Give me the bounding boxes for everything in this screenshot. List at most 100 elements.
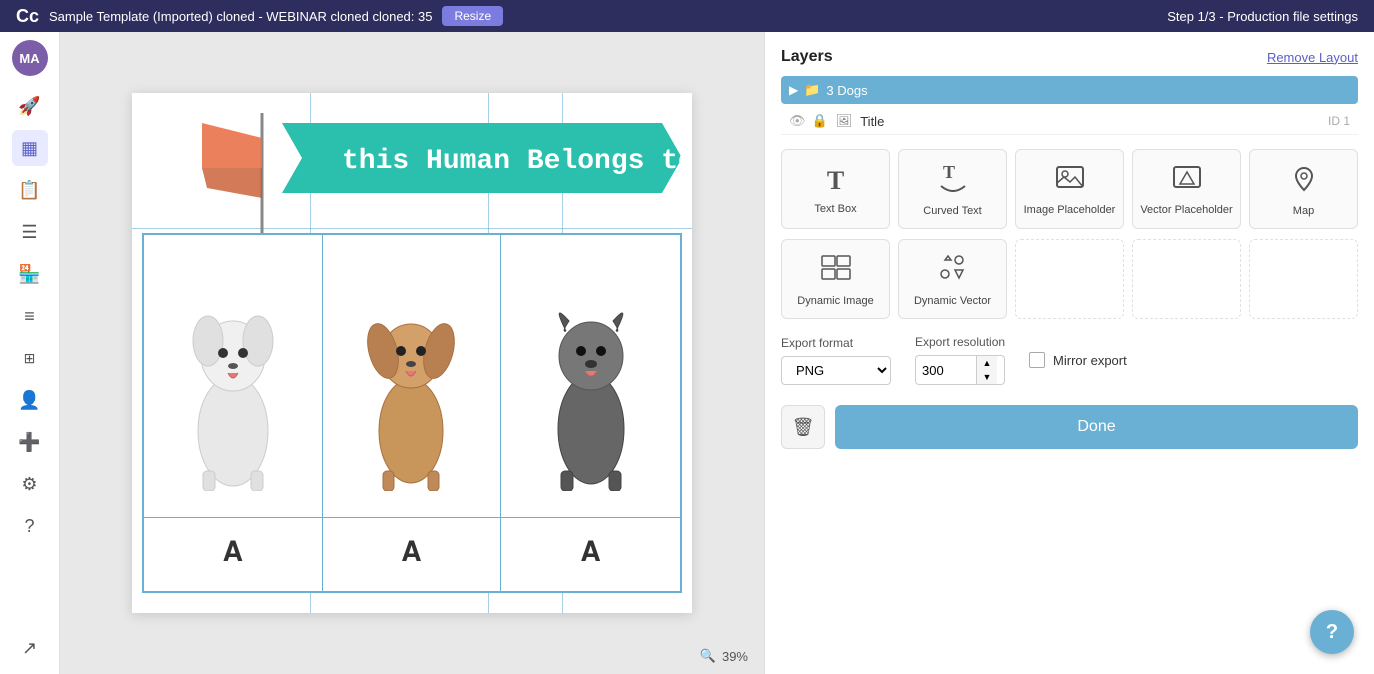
sidebar-item-list1[interactable]: ≡ bbox=[12, 298, 48, 334]
delete-button[interactable]: 🗑 bbox=[781, 405, 825, 449]
widget-text-box-label: Text Box bbox=[814, 202, 856, 216]
widget-map[interactable]: Map bbox=[1249, 149, 1358, 229]
topbar: Cc Sample Template (Imported) cloned - W… bbox=[0, 0, 1374, 32]
store-icon: 🏪 bbox=[18, 264, 40, 285]
resolution-decrement[interactable]: ▼ bbox=[977, 370, 997, 384]
resolution-increment[interactable]: ▲ bbox=[977, 356, 997, 370]
map-icon bbox=[1289, 164, 1319, 198]
export-format-group: Export format PNG JPG PDF SVG bbox=[781, 336, 891, 385]
banner-svg: this Human Belongs to bbox=[142, 103, 682, 233]
folder-icon: 📁 bbox=[804, 82, 820, 98]
widget-vector-placeholder[interactable]: Vector Placeholder bbox=[1132, 149, 1241, 229]
widget-empty-3 bbox=[1249, 239, 1358, 319]
widget-text-box[interactable]: T Text Box bbox=[781, 149, 890, 229]
curved-text-icon: T bbox=[937, 164, 969, 198]
mirror-export-checkbox[interactable] bbox=[1029, 352, 1045, 368]
help-float-button[interactable]: ? bbox=[1310, 610, 1354, 654]
widget-image-placeholder-label: Image Placeholder bbox=[1024, 203, 1116, 217]
widget-dynamic-vector-label: Dynamic Vector bbox=[914, 294, 991, 308]
widget-map-label: Map bbox=[1293, 204, 1314, 218]
step-indicator: Step 1/3 - Production file settings bbox=[1167, 9, 1358, 24]
dogs-area: 𝐀 bbox=[142, 233, 682, 593]
done-button[interactable]: Done bbox=[835, 405, 1358, 449]
dog-placeholder-3: 𝐀 bbox=[501, 517, 680, 587]
avatar: MA bbox=[12, 40, 48, 76]
layer-visibility-icons: 👁 🔒 bbox=[789, 113, 828, 129]
zoom-level: 39% bbox=[722, 649, 748, 664]
export-resolution-group: Export resolution ▲ ▼ bbox=[915, 335, 1005, 385]
dynamic-image-icon bbox=[820, 254, 852, 288]
svg-text:T: T bbox=[943, 164, 955, 182]
dog-placeholder-2: 𝐀 bbox=[323, 517, 501, 587]
grid-icon: ▦ bbox=[21, 138, 38, 159]
mirror-export-group: Mirror export bbox=[1029, 352, 1127, 368]
widget-empty-2 bbox=[1132, 239, 1241, 319]
widget-grid-row2: Dynamic Image Dynamic Vector bbox=[781, 239, 1358, 319]
sidebar-item-list2[interactable]: ⊞ bbox=[12, 340, 48, 376]
layer-subitem-title[interactable]: 👁 🔒 🖼 Title ID 1 bbox=[781, 108, 1358, 135]
banner-area: this Human Belongs to bbox=[142, 103, 682, 233]
export-resolution-label: Export resolution bbox=[915, 335, 1005, 349]
sidebar-item-export[interactable]: ↗ bbox=[12, 630, 48, 666]
widget-dynamic-vector[interactable]: Dynamic Vector bbox=[898, 239, 1007, 319]
sidebar-item-beta[interactable]: 🚀 bbox=[12, 88, 48, 124]
list2-icon: ⊞ bbox=[24, 350, 36, 367]
layers-title: Layers bbox=[781, 48, 833, 66]
widget-dynamic-image-label: Dynamic Image bbox=[797, 294, 873, 308]
widget-vector-placeholder-label: Vector Placeholder bbox=[1140, 203, 1232, 217]
export-icon: ↗ bbox=[22, 638, 37, 659]
dog-letter-3: 𝐀 bbox=[581, 537, 601, 569]
user-settings-icon: 👤 bbox=[18, 390, 40, 411]
export-resolution-input: ▲ ▼ bbox=[915, 355, 1005, 385]
dog-image-3 bbox=[521, 235, 661, 517]
help-icon: ? bbox=[24, 516, 34, 537]
widget-dynamic-image[interactable]: Dynamic Image bbox=[781, 239, 890, 319]
dogs-grid: 𝐀 bbox=[144, 235, 680, 591]
topbar-left: Cc Sample Template (Imported) cloned - W… bbox=[16, 6, 503, 27]
trash-icon: 🗑 bbox=[792, 417, 815, 438]
rocket-icon: 🚀 bbox=[18, 96, 40, 117]
dog-placeholder-1: 𝐀 bbox=[144, 517, 322, 587]
layers-header: Layers Remove Layout bbox=[781, 48, 1358, 66]
sidebar-item-help[interactable]: ? bbox=[12, 508, 48, 544]
image-placeholder-icon bbox=[1055, 165, 1085, 197]
sidebar-item-layers[interactable]: ☰ bbox=[12, 214, 48, 250]
widget-image-placeholder[interactable]: Image Placeholder bbox=[1015, 149, 1124, 229]
sidebar-item-user-settings[interactable]: 👤 bbox=[12, 382, 48, 418]
dog-image-2 bbox=[341, 235, 481, 517]
eye-icon: 👁 bbox=[789, 113, 806, 129]
list-icon: ≡ bbox=[24, 306, 35, 327]
sidebar-item-grid[interactable]: ▦ bbox=[12, 130, 48, 166]
zoom-icon: 🔍 bbox=[700, 648, 716, 664]
sidebar-item-book[interactable]: 📋 bbox=[12, 172, 48, 208]
sidebar-item-store[interactable]: 🏪 bbox=[12, 256, 48, 292]
dynamic-vector-icon bbox=[937, 254, 969, 288]
export-format-select[interactable]: PNG JPG PDF SVG bbox=[781, 356, 891, 385]
vector-placeholder-icon bbox=[1172, 165, 1202, 197]
layer-item-3dogs[interactable]: ▶ 📁 3 Dogs bbox=[781, 76, 1358, 104]
dog-letter-1: 𝐀 bbox=[223, 537, 243, 569]
widget-grid-row1: T Text Box T Curved Text bbox=[781, 149, 1358, 229]
sidebar-item-person-settings[interactable]: ⚙ bbox=[12, 466, 48, 502]
canvas-footer: 🔍 39% bbox=[700, 648, 748, 664]
dog-letter-2: 𝐀 bbox=[402, 537, 422, 569]
widget-curved-text-label: Curved Text bbox=[923, 204, 982, 218]
app-logo: Cc bbox=[16, 6, 39, 27]
widget-empty-1 bbox=[1015, 239, 1124, 319]
export-row: Export format PNG JPG PDF SVG Export res… bbox=[781, 335, 1358, 385]
resize-button[interactable]: Resize bbox=[442, 6, 503, 26]
svg-text:this Human Belongs to: this Human Belongs to bbox=[342, 146, 682, 177]
widget-curved-text[interactable]: T Curved Text bbox=[898, 149, 1007, 229]
help-float-icon: ? bbox=[1326, 621, 1338, 644]
sidebar-item-add-person[interactable]: ➕ bbox=[12, 424, 48, 460]
resolution-value-input[interactable] bbox=[916, 358, 976, 383]
remove-layout-link[interactable]: Remove Layout bbox=[1267, 50, 1358, 65]
dog-image-1 bbox=[163, 235, 303, 517]
book-icon: 📋 bbox=[18, 180, 40, 201]
action-row: 🗑 Done bbox=[781, 405, 1358, 449]
lock-icon: 🔒 bbox=[812, 113, 828, 129]
layer-name-title: Title bbox=[860, 114, 1328, 129]
resolution-spinners: ▲ ▼ bbox=[976, 356, 997, 384]
layer-name-3dogs: 3 Dogs bbox=[826, 83, 1350, 98]
layer-expand-arrow: ▶ bbox=[789, 83, 798, 97]
